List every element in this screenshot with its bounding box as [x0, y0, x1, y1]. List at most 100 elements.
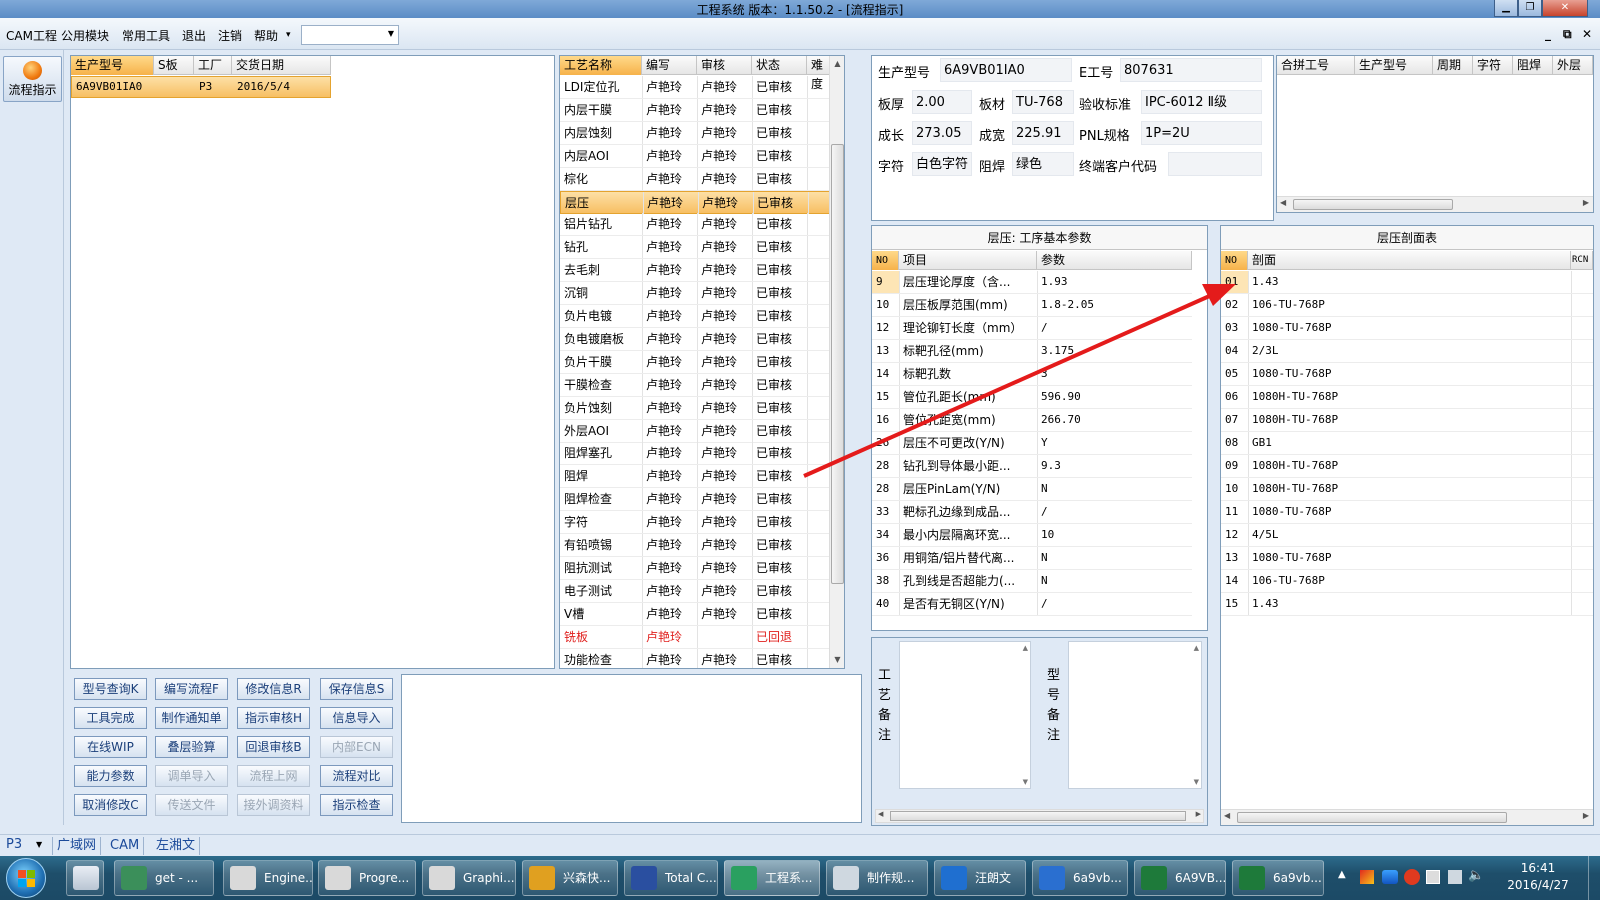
col-header-merge-no[interactable]: 合拼工号: [1277, 56, 1355, 75]
close-button[interactable]: ✕: [1542, 0, 1588, 17]
scroll-left-icon[interactable]: ◀: [878, 810, 883, 818]
stackup-hscrollbar[interactable]: ◀ ▶: [1221, 809, 1593, 825]
taskbar-item[interactable]: 工程系...: [724, 860, 820, 896]
width-field[interactable]: 225.91: [1012, 121, 1074, 145]
table-row[interactable]: 内层蚀刻 卢艳玲 卢艳玲 已审核: [560, 121, 830, 145]
table-row[interactable]: 10 层压板厚范围(mm) 1.8-2.05: [872, 294, 1192, 317]
table-row[interactable]: 13 标靶孔径(mm) 3.175: [872, 340, 1192, 363]
table-row[interactable]: 外层AOI 卢艳玲 卢艳玲 已审核: [560, 419, 830, 443]
function-button[interactable]: 在线WIP: [74, 736, 147, 758]
length-field[interactable]: 273.05: [912, 121, 972, 145]
taskbar-item[interactable]: 兴森快...: [522, 860, 618, 896]
table-row[interactable]: 内层AOI 卢艳玲 卢艳玲 已审核: [560, 144, 830, 168]
table-row[interactable]: 阻焊塞孔 卢艳玲 卢艳玲 已审核: [560, 442, 830, 466]
table-row[interactable]: 12 理论铆钉长度（mm） /: [872, 317, 1192, 340]
table-row[interactable]: 沉铜 卢艳玲 卢艳玲 已审核: [560, 282, 830, 306]
table-row[interactable]: 09 1080H-TU-768P: [1221, 455, 1593, 478]
table-row[interactable]: 负片蚀刻 卢艳玲 卢艳玲 已审核: [560, 396, 830, 420]
factory-select[interactable]: P3: [6, 837, 22, 852]
col-header-reviewer[interactable]: 审核: [697, 56, 752, 75]
table-row[interactable]: 03 1080-TU-768P: [1221, 317, 1593, 340]
clock[interactable]: 16:41 2016/4/27: [1500, 860, 1576, 894]
scroll-thumb[interactable]: [831, 144, 844, 584]
scroll-down-icon[interactable]: ▼: [1023, 778, 1028, 786]
col-header-factory[interactable]: 工厂: [194, 56, 232, 75]
tray-flag-icon[interactable]: [1426, 870, 1440, 884]
function-button[interactable]: 流程对比: [320, 765, 393, 787]
table-row[interactable]: 33 靶标孔边缘到成品... /: [872, 501, 1192, 524]
function-button[interactable]: 指示检查: [320, 794, 393, 816]
help-chevron-icon[interactable]: ▾: [286, 30, 291, 40]
maximize-button[interactable]: ❐: [1518, 0, 1542, 17]
col-header-mask[interactable]: 阻焊: [1513, 56, 1553, 75]
tray-network-icon[interactable]: [1382, 870, 1398, 884]
scroll-right-icon[interactable]: ▶: [1196, 810, 1201, 818]
table-row[interactable]: 棕化 卢艳玲 卢艳玲 已审核: [560, 167, 830, 191]
scroll-right-icon[interactable]: ▶: [1583, 198, 1589, 207]
table-row[interactable]: 01 1.43: [1221, 271, 1593, 294]
scroll-thumb[interactable]: [1293, 199, 1453, 210]
table-row[interactable]: 11 1080-TU-768P: [1221, 501, 1593, 524]
col-header-rcn[interactable]: RCN: [1571, 251, 1593, 270]
table-row[interactable]: 15 1.43: [1221, 593, 1593, 616]
start-button[interactable]: [6, 858, 46, 898]
col-header-outer[interactable]: 外层: [1553, 56, 1593, 75]
taskbar-item[interactable]: 6A9VB...: [1134, 860, 1226, 896]
col-header-difficulty[interactable]: 难度: [807, 56, 830, 91]
table-row[interactable]: 08 GB1: [1221, 432, 1593, 455]
table-row[interactable]: 负片干膜 卢艳玲 卢艳玲 已审核: [560, 350, 830, 374]
standard-field[interactable]: IPC-6012 Ⅱ级: [1141, 90, 1262, 114]
table-row[interactable]: 阻抗测试 卢艳玲 卢艳玲 已审核: [560, 556, 830, 580]
table-row[interactable]: 6A9VB01IA0 P3 2016/5/4: [71, 76, 331, 98]
tray-expand-icon[interactable]: ▲: [1338, 869, 1346, 880]
scroll-up-icon[interactable]: ▲: [1194, 644, 1199, 652]
taskbar-item[interactable]: Total C...: [624, 860, 718, 896]
table-row[interactable]: 38 孔到线是否超能力(... N: [872, 570, 1192, 593]
taskbar-item[interactable]: Graphi...: [422, 860, 516, 896]
scroll-left-icon[interactable]: ◀: [1224, 811, 1230, 820]
table-row[interactable]: 干膜检查 卢艳玲 卢艳玲 已审核: [560, 373, 830, 397]
menu-common-tools[interactable]: 常用工具: [122, 27, 170, 44]
show-desktop-button[interactable]: [1588, 856, 1600, 900]
scroll-left-icon[interactable]: ◀: [1280, 198, 1286, 207]
table-row[interactable]: 12 4/5L: [1221, 524, 1593, 547]
status-tab-wan[interactable]: 广域网: [52, 837, 102, 855]
col-header-status[interactable]: 状态: [752, 56, 807, 75]
table-row[interactable]: 36 用铜箔/铝片替代离... N: [872, 547, 1192, 570]
table-row[interactable]: 铝片钻孔 卢艳玲 卢艳玲 已审核: [560, 213, 830, 237]
table-row[interactable]: 28 钻孔到导体最小距... 9.3: [872, 455, 1192, 478]
menu-public-modules[interactable]: 公用模块: [61, 27, 109, 44]
taskbar-item[interactable]: 6a9vb...: [1032, 860, 1128, 896]
scroll-thumb[interactable]: [1237, 812, 1507, 823]
process-scrollbar[interactable]: ▲ ▼: [829, 56, 844, 668]
mdi-restore-icon[interactable]: ⧉: [1563, 27, 1572, 42]
scroll-down-icon[interactable]: ▼: [1194, 778, 1199, 786]
tray-app-icon[interactable]: [1360, 870, 1374, 884]
table-row[interactable]: 10 1080H-TU-768P: [1221, 478, 1593, 501]
col-header-author[interactable]: 编写: [642, 56, 697, 75]
mdi-close-icon[interactable]: ✕: [1582, 27, 1592, 41]
function-button[interactable]: 叠层验算: [155, 736, 228, 758]
prod-model-field[interactable]: 6A9VB01IA0: [940, 58, 1072, 82]
table-row[interactable]: 阻焊 卢艳玲 卢艳玲 已审核: [560, 465, 830, 489]
taskbar-item[interactable]: 汪朗文: [934, 860, 1026, 896]
menu-cam[interactable]: CAM工程: [6, 27, 57, 44]
taskbar-item[interactable]: Progre...: [318, 860, 416, 896]
table-row[interactable]: 14 标靶孔数 3: [872, 363, 1192, 386]
table-row[interactable]: 钻孔 卢艳玲 卢艳玲 已审核: [560, 236, 830, 260]
scroll-thumb[interactable]: [890, 811, 1186, 821]
remarks-hscrollbar[interactable]: ◀ ▶: [875, 809, 1204, 823]
merge-hscrollbar[interactable]: ◀ ▶: [1277, 196, 1593, 212]
taskbar-item[interactable]: 6a9vb...: [1232, 860, 1324, 896]
taskbar-item[interactable]: get - ...: [114, 860, 214, 896]
e-no-field[interactable]: 807631: [1120, 58, 1262, 82]
function-button[interactable]: 指示审核H: [237, 707, 310, 729]
col-header-model[interactable]: 生产型号: [71, 56, 154, 75]
tray-volume-icon[interactable]: 🔈: [1468, 868, 1484, 883]
col-header-no[interactable]: NO: [1221, 251, 1248, 270]
table-row[interactable]: 04 2/3L: [1221, 340, 1593, 363]
model-remark-field[interactable]: ▲ ▼: [1068, 641, 1202, 789]
function-button[interactable]: 信息导入: [320, 707, 393, 729]
mask-field[interactable]: 绿色: [1012, 152, 1074, 176]
table-row[interactable]: 28 层压PinLam(Y/N) N: [872, 478, 1192, 501]
